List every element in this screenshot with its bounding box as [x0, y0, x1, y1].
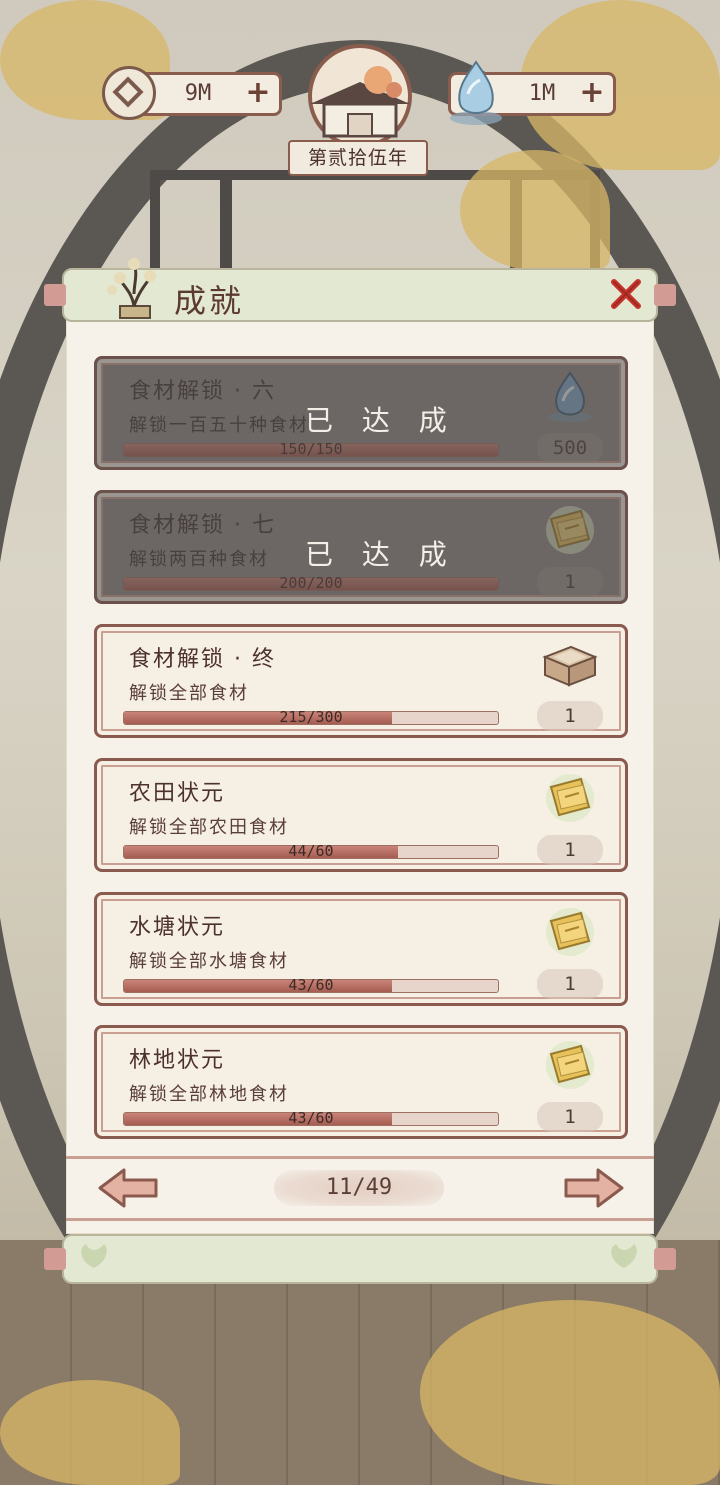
- divider: [66, 1218, 654, 1221]
- progress-text: 215/300: [279, 708, 343, 726]
- golden-ticket-icon: [541, 1038, 599, 1092]
- bonsai-icon: [107, 258, 156, 319]
- reward-count: 1: [537, 701, 603, 731]
- achievement-card[interactable]: 食材解锁 · 六解锁一百五十种食材150/150500已 达 成: [94, 356, 628, 470]
- ginkgo-leaf-decoration: [420, 1300, 720, 1485]
- scroll-knob: [654, 1248, 676, 1270]
- ginkgo-leaf-icon: [611, 1244, 637, 1268]
- progress-text: 43/60: [288, 976, 334, 994]
- golden-ticket-icon: [541, 771, 599, 825]
- divider: [66, 1156, 654, 1159]
- progress-text: 43/60: [288, 1109, 334, 1127]
- temple-season-icon: [308, 44, 412, 148]
- add-coins-button[interactable]: +: [243, 78, 273, 110]
- achievement-card[interactable]: 农田状元解锁全部农田食材 44/60 1: [94, 758, 628, 872]
- scroll-knob: [44, 284, 66, 306]
- add-water-button[interactable]: +: [577, 78, 607, 110]
- page-indicator: 11/49: [274, 1170, 444, 1206]
- scroll-knob: [654, 284, 676, 306]
- water-drop-icon: [450, 60, 502, 125]
- achievement-name: 农田状元: [129, 781, 226, 806]
- prev-page-arrow-icon[interactable]: [96, 1166, 160, 1210]
- achievement-description: 解锁全部林地食材: [129, 1084, 289, 1105]
- achievement-card[interactable]: 食材解锁 · 七解锁两百种食材200/2001已 达 成: [94, 490, 628, 604]
- copper-coin-icon: [102, 66, 156, 120]
- achievement-card[interactable]: 林地状元解锁全部林地食材 43/60 1: [94, 1025, 628, 1139]
- achievement-description: 解锁全部水塘食材: [129, 951, 289, 972]
- golden-ticket-icon: [541, 905, 599, 959]
- achievement-description: 解锁全部农田食材: [129, 817, 289, 838]
- completed-stamp: 已 达 成: [305, 538, 457, 571]
- achievement-card[interactable]: 水塘状元解锁全部水塘食材 43/60 1: [94, 892, 628, 1006]
- scroll-footer-rod: [44, 1234, 676, 1284]
- progress-text: 44/60: [288, 842, 334, 860]
- achievement-name: 林地状元: [129, 1048, 226, 1073]
- next-page-arrow-icon[interactable]: [562, 1166, 626, 1210]
- achievement-name: 水塘状元: [129, 915, 226, 940]
- panel-title: 成就: [174, 282, 245, 320]
- year-banner: 第贰拾伍年: [288, 140, 428, 176]
- reward-count: 1: [537, 835, 603, 865]
- achievement-name: 食材解锁 · 终: [129, 647, 276, 672]
- completed-stamp: 已 达 成: [305, 404, 457, 437]
- ginkgo-leaf-decoration: [460, 150, 610, 270]
- scroll-knob: [44, 1248, 66, 1270]
- ginkgo-leaf-decoration: [0, 1380, 180, 1485]
- close-icon[interactable]: [608, 276, 644, 312]
- achievement-description: 解锁全部食材: [129, 683, 249, 704]
- achievement-card[interactable]: 食材解锁 · 终解锁全部食材 215/300 1: [94, 624, 628, 738]
- ginkgo-leaf-icon: [81, 1244, 107, 1268]
- reward-count: 1: [537, 1102, 603, 1132]
- reward-count: 1: [537, 969, 603, 999]
- wooden-chest-icon: [541, 637, 599, 691]
